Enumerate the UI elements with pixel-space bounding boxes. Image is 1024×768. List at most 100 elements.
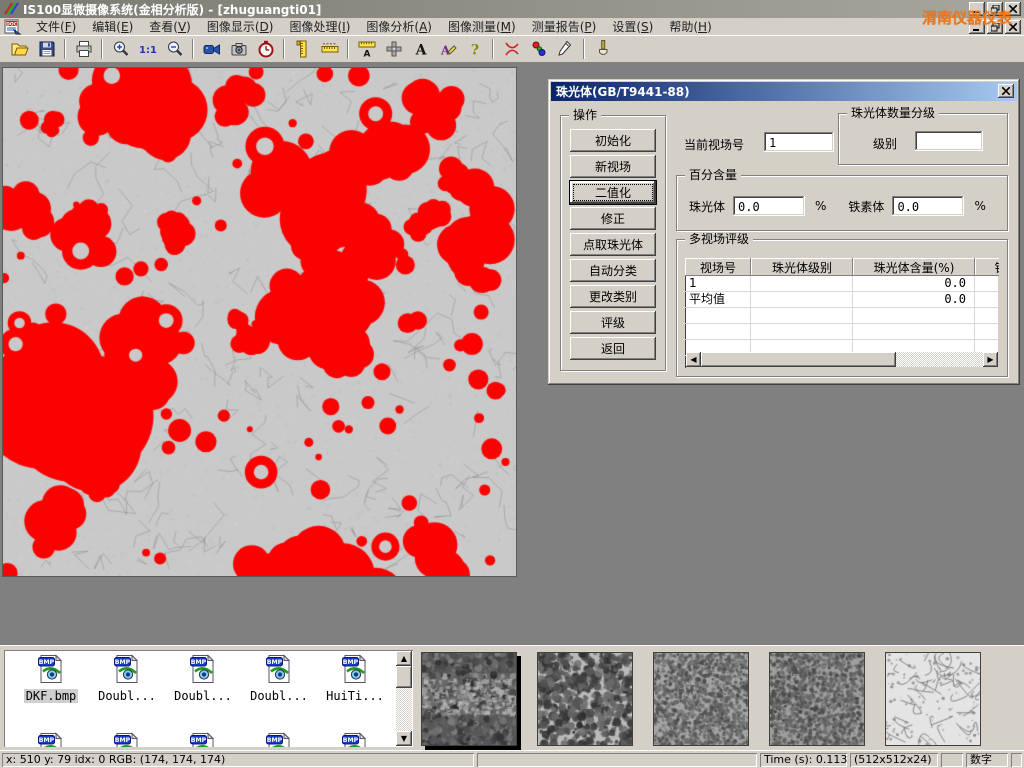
table-column-header[interactable]: 视场号	[685, 258, 751, 276]
title-bar[interactable]: IS100显微摄像系统(金相分析版) - [zhuguangti01]	[0, 0, 1024, 18]
zoom-out-icon[interactable]	[162, 38, 187, 61]
child-minimize-button[interactable]	[969, 20, 985, 34]
menu-item-settings[interactable]: 设置(S)	[604, 17, 661, 36]
op-button[interactable]: 更改类别	[570, 285, 656, 308]
image-thumbnail[interactable]	[421, 652, 517, 746]
image-thumbnail[interactable]	[653, 652, 749, 746]
status-empty-3	[1011, 753, 1022, 767]
scroll-up-button[interactable]: ▲	[396, 651, 412, 666]
metallographic-image[interactable]	[2, 67, 517, 577]
dialog-title-bar[interactable]: 珠光体(GB/T9441-88)	[551, 82, 1017, 101]
op-button[interactable]: 评级	[570, 311, 656, 334]
scroll-down-button[interactable]: ▼	[396, 731, 412, 746]
table-row[interactable]: 平均值0.0	[685, 292, 999, 308]
minimize-button[interactable]	[969, 2, 985, 16]
current-field-input[interactable]	[764, 132, 834, 152]
table-cell: 0.0	[853, 292, 975, 307]
file-item[interactable]: BMP	[242, 732, 316, 747]
table-row[interactable]: 10.0	[685, 276, 999, 292]
grade-input[interactable]	[915, 131, 983, 151]
print-icon[interactable]	[71, 38, 96, 61]
op-button[interactable]: 点取珠光体	[570, 233, 656, 256]
file-item[interactable]: BMPDKF.bmp	[14, 654, 88, 703]
classify-icon[interactable]	[526, 38, 551, 61]
menu-item-image-measure[interactable]: 图像测量(M)	[440, 17, 524, 36]
file-item[interactable]: BMP	[166, 732, 240, 747]
help-icon[interactable]: ?	[462, 38, 487, 61]
table-row[interactable]	[685, 308, 999, 324]
menu-item-view[interactable]: 查看(V)	[141, 17, 199, 36]
app-icon	[3, 2, 19, 16]
menu-item-help[interactable]: 帮助(H)	[661, 17, 719, 36]
open-icon[interactable]	[7, 38, 32, 61]
table-row[interactable]	[685, 324, 999, 340]
menu-items: 文件(F)编辑(E)查看(V)图像显示(D)图像处理(I)图像分析(A)图像测量…	[28, 17, 720, 36]
table-column-header[interactable]: 铁素体含量(%)	[975, 258, 999, 276]
child-restore-button[interactable]	[987, 20, 1003, 34]
menu-item-image-display[interactable]: 图像显示(D)	[199, 17, 282, 36]
menu-item-measure-report[interactable]: 测量报告(P)	[524, 17, 605, 36]
menu-item-file[interactable]: 文件(F)	[28, 17, 84, 36]
svg-text:A: A	[414, 43, 427, 59]
table-h-scrollbar[interactable]: ◀ ▶	[686, 352, 998, 367]
dialog-close-button[interactable]	[998, 84, 1014, 98]
table-cell: 0.0	[853, 276, 975, 291]
file-item[interactable]: BMP	[90, 732, 164, 747]
op-button[interactable]: 新视场	[570, 155, 656, 178]
image-thumbnail[interactable]	[769, 652, 865, 746]
file-item[interactable]: BMPDoubl...	[90, 654, 164, 703]
scroll-thumb[interactable]	[701, 352, 896, 367]
op-button[interactable]: 初始化	[570, 129, 656, 152]
ferrite-value-input[interactable]	[892, 196, 964, 216]
grid-icon[interactable]	[381, 38, 406, 61]
measure-text-icon[interactable]: A	[354, 38, 379, 61]
menu-item-edit[interactable]: 编辑(E)	[84, 17, 141, 36]
toolbar-separator	[347, 39, 349, 59]
multi-field-group-label: 多视场评级	[685, 232, 753, 246]
document-icon[interactable]: DOC	[4, 19, 22, 35]
timer-icon[interactable]	[253, 38, 278, 61]
curve-tool-icon[interactable]	[499, 38, 524, 61]
menu-item-image-analysis[interactable]: 图像分析(A)	[358, 17, 440, 36]
operation-buttons: 初始化新视场二值化修正点取珠光体自动分类更改类别评级返回	[561, 116, 665, 360]
caliper-icon[interactable]	[290, 38, 315, 61]
op-button[interactable]: 自动分类	[570, 259, 656, 282]
file-item[interactable]: BMPDoubl...	[166, 654, 240, 703]
scroll-left-button[interactable]: ◀	[686, 352, 701, 367]
restore-button[interactable]	[987, 2, 1003, 16]
scroll-right-button[interactable]: ▶	[983, 352, 998, 367]
status-image-size: (512x512x24)	[850, 753, 938, 767]
file-item[interactable]: BMP	[14, 732, 88, 747]
op-button[interactable]: 二值化	[570, 181, 656, 204]
file-item[interactable]: BMPHuiTi...	[318, 654, 392, 703]
toolbar-separator	[283, 39, 285, 59]
file-scroll-thumb[interactable]	[396, 666, 412, 688]
save-icon[interactable]	[34, 38, 59, 61]
ruler-icon[interactable]	[317, 38, 342, 61]
scroll-track[interactable]	[701, 352, 983, 367]
file-list[interactable]: BMPDKF.bmpBMPDoubl...BMPDoubl...BMPDoubl…	[4, 650, 413, 747]
file-item[interactable]: BMP	[318, 732, 392, 747]
op-button[interactable]: 修正	[570, 207, 656, 230]
table-cell	[975, 308, 999, 323]
image-thumbnail[interactable]	[885, 652, 981, 746]
child-close-button[interactable]	[1005, 20, 1021, 34]
video-camera-icon[interactable]	[199, 38, 224, 61]
picker-icon[interactable]	[553, 38, 578, 61]
text-icon[interactable]: A	[408, 38, 433, 61]
op-button[interactable]: 返回	[570, 337, 656, 360]
brush-icon[interactable]	[590, 38, 615, 61]
close-button[interactable]	[1005, 2, 1021, 16]
pearlite-value-input[interactable]	[733, 196, 805, 216]
table-column-header[interactable]: 珠光体含量(%)	[853, 258, 975, 276]
ferrite-unit: %	[974, 199, 985, 213]
image-thumbnail[interactable]	[537, 652, 633, 746]
annotate-icon[interactable]: A	[435, 38, 460, 61]
zoom-in-icon[interactable]	[108, 38, 133, 61]
camera-icon[interactable]	[226, 38, 251, 61]
file-list-scrollbar[interactable]: ▲ ▼	[396, 651, 412, 746]
file-item[interactable]: BMPDoubl...	[242, 654, 316, 703]
menu-item-image-process[interactable]: 图像处理(I)	[281, 17, 358, 36]
actual-size-icon[interactable]: 1:1	[135, 38, 160, 61]
table-column-header[interactable]: 珠光体级别	[751, 258, 853, 276]
